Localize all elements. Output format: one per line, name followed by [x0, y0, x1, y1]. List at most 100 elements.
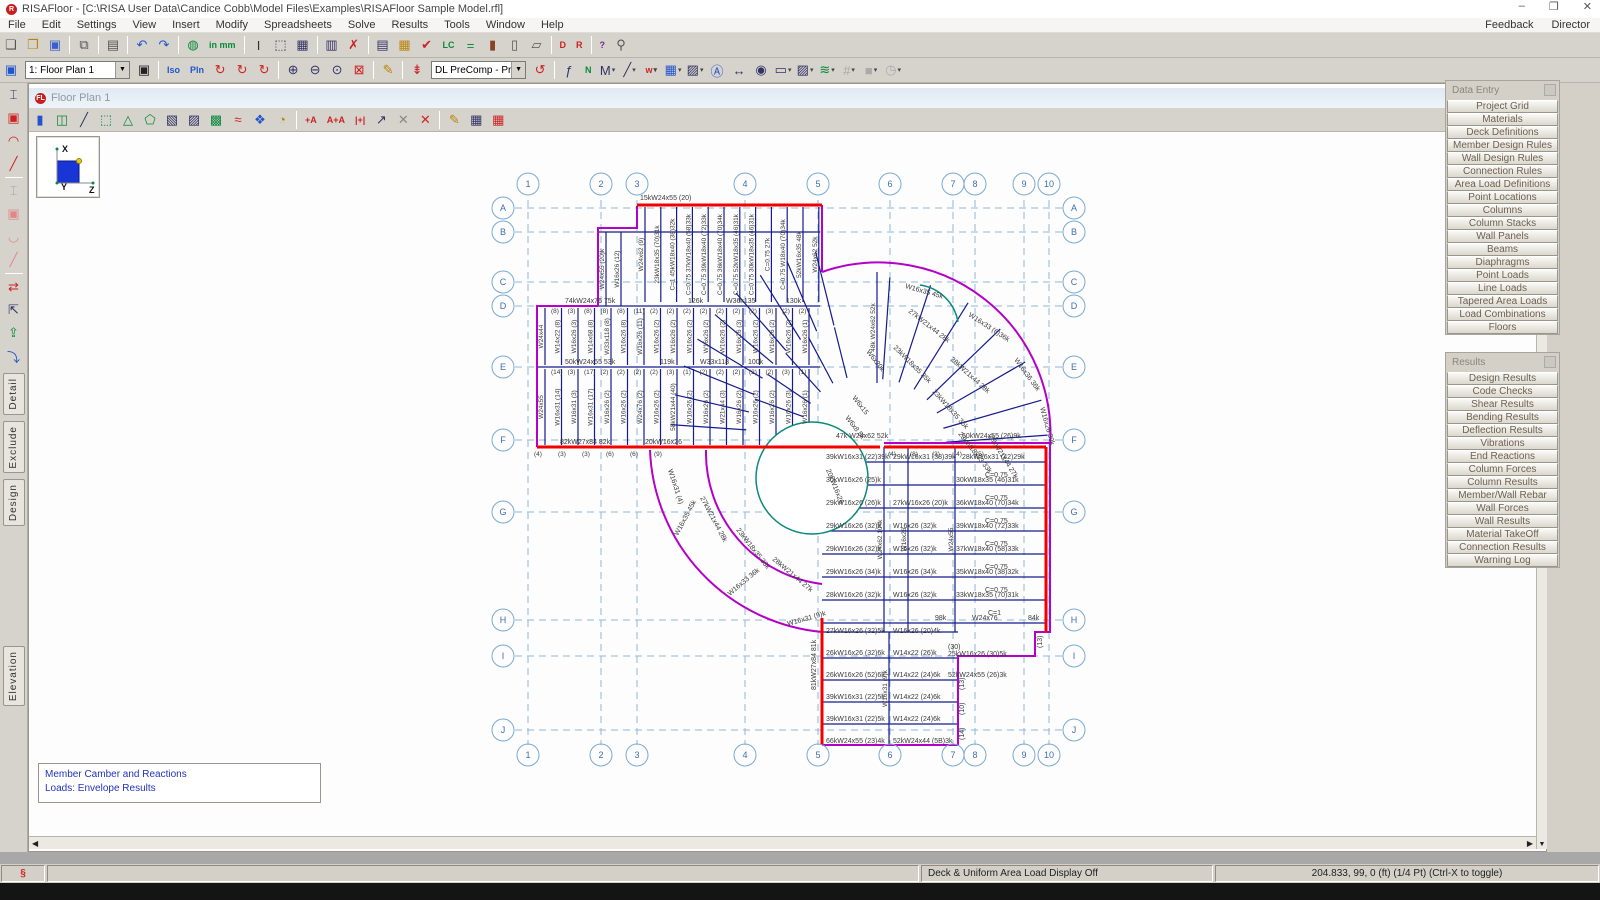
panel-button-column-results[interactable]: Column Results — [1447, 476, 1558, 489]
floor-plan-canvas[interactable]: W24x62 (9)23kW18x35 (70)31kC=1 45kW18x40… — [29, 132, 1536, 836]
units-in-mm-button[interactable]: in mm — [205, 35, 240, 55]
line-red-button[interactable]: ╱ — [3, 153, 25, 175]
w-display-caret-icon[interactable]: ▾ — [654, 66, 658, 74]
zoom-extents-button[interactable]: ⊠ — [349, 60, 369, 80]
panel-button-floors[interactable]: Floors — [1447, 321, 1558, 334]
deck-grid-button[interactable]: ▦ — [293, 35, 313, 55]
scroll-right-icon[interactable]: ▶ — [1524, 838, 1536, 849]
panel-button-connection-rules[interactable]: Connection Rules — [1447, 165, 1558, 178]
scroll-down-icon[interactable]: ▼ — [1536, 840, 1549, 849]
moment-m-button[interactable]: M▾ — [598, 60, 618, 80]
area-load-button[interactable]: ≈ — [228, 110, 248, 130]
menu-file[interactable]: File — [0, 19, 34, 31]
load-combo[interactable]: DL PreComp - Pr ▼ — [431, 61, 526, 79]
swap-tool-button[interactable]: ⇄ — [3, 276, 25, 298]
open-file-button[interactable]: ❐ — [23, 35, 43, 55]
panel-button-wall-design-rules[interactable]: Wall Design Rules — [1447, 152, 1558, 165]
spreadsheet-button[interactable]: ▥ — [322, 35, 342, 55]
axes-n-button[interactable]: N — [581, 60, 596, 80]
render-chart-button[interactable]: ▦▾ — [663, 60, 683, 80]
clipboard-button[interactable]: ▯ — [505, 35, 525, 55]
panel-button-beams[interactable]: Beams — [1447, 243, 1558, 256]
menu-edit[interactable]: Edit — [34, 19, 69, 31]
panel-button-deck-definitions[interactable]: Deck Definitions — [1447, 126, 1558, 139]
delete-all-button[interactable]: ✕ — [415, 110, 435, 130]
panel-button-column-forces[interactable]: Column Forces — [1447, 463, 1558, 476]
panel-button-column-stacks[interactable]: Column Stacks — [1447, 217, 1558, 230]
line-style-caret-icon[interactable]: ▾ — [632, 66, 636, 74]
help-book-button[interactable]: ? — [596, 35, 610, 55]
protractor-button[interactable]: ◔ — [272, 110, 292, 130]
menu-director[interactable]: Director — [1551, 19, 1590, 31]
zoom-out-button[interactable]: ⊖ — [305, 60, 325, 80]
window-select-icon[interactable]: ▣ — [1, 60, 21, 80]
menu-window[interactable]: Window — [478, 19, 533, 31]
panel-button-vibrations[interactable]: Vibrations — [1447, 437, 1558, 450]
side-button-design[interactable]: Design — [3, 479, 25, 526]
rotate-y-button[interactable]: ↻ — [232, 60, 252, 80]
zoom-window-button[interactable]: ⊙ — [327, 60, 347, 80]
panel-button-member-wall-rebar[interactable]: Member/Wall Rebar — [1447, 489, 1558, 502]
deck-two-way-button[interactable]: ▨ — [184, 110, 204, 130]
table-yellow-button[interactable]: ▦ — [395, 35, 415, 55]
deck-area-button[interactable]: ▩ — [206, 110, 226, 130]
report-view-button[interactable]: ▤ — [373, 35, 393, 55]
new-file-button[interactable]: ❏ — [1, 35, 21, 55]
mask-button[interactable]: ▨▾ — [795, 60, 815, 80]
beam-line[interactable] — [834, 327, 847, 377]
panel-button-material-takeoff[interactable]: Material TakeOff — [1447, 528, 1558, 541]
panel-button-wall-forces[interactable]: Wall Forces — [1447, 502, 1558, 515]
arc-pink-button[interactable]: ◡ — [3, 226, 25, 248]
hatch-display-button[interactable]: ▨▾ — [685, 60, 705, 80]
results-pin-icon[interactable] — [1544, 356, 1556, 368]
delete-spreadsheet-button[interactable]: ✗ — [344, 35, 364, 55]
ruler-caret-icon[interactable]: ▾ — [788, 66, 792, 74]
beam-box-pink-button[interactable]: ▣ — [3, 203, 25, 225]
equals-button[interactable]: = — [461, 35, 481, 55]
annotate-a-button[interactable]: Ⓐ — [707, 60, 727, 80]
data-entry-pin-icon[interactable] — [1544, 84, 1556, 96]
move-tool-button[interactable]: ⇱ — [3, 299, 25, 321]
spotlight-button[interactable]: ◉ — [751, 60, 771, 80]
deflection-f-button[interactable]: ƒ — [559, 60, 579, 80]
solid-view-caret-icon[interactable]: ▾ — [874, 66, 878, 74]
rotate-z-button[interactable]: ↻ — [254, 60, 274, 80]
panel-button-wall-results[interactable]: Wall Results — [1447, 515, 1558, 528]
apply-load-button[interactable]: ↺ — [530, 60, 550, 80]
panel-button-deflection-results[interactable]: Deflection Results — [1447, 424, 1558, 437]
grid-table-button[interactable]: ▦ — [466, 110, 486, 130]
side-button-elevation[interactable]: Elevation — [3, 646, 25, 706]
line-pink-button[interactable]: ╱ — [3, 249, 25, 271]
draw-rectangle-button[interactable]: ⬚ — [96, 110, 116, 130]
panel-button-bending-results[interactable]: Bending Results — [1447, 411, 1558, 424]
child-window-titlebar[interactable]: FL Floor Plan 1 — [29, 88, 1537, 108]
menu-results[interactable]: Results — [383, 19, 436, 31]
trim-member-button[interactable]: |+| — [351, 110, 369, 130]
panel-button-area-load-definitions[interactable]: Area Load Definitions — [1447, 178, 1558, 191]
exit-door-button[interactable]: ▮ — [483, 35, 503, 55]
shape-database-button[interactable]: Ι — [249, 35, 269, 55]
column-tool-button[interactable]: ⌶ — [3, 84, 25, 106]
dimension-button[interactable]: ↔ — [729, 60, 749, 80]
panel-button-connection-results[interactable]: Connection Results — [1447, 541, 1558, 554]
menu-spreadsheets[interactable]: Spreadsheets — [256, 19, 340, 31]
hatch-display-caret-icon[interactable]: ▾ — [700, 66, 704, 74]
panel-button-shear-results[interactable]: Shear Results — [1447, 398, 1558, 411]
beam-line[interactable] — [883, 277, 890, 379]
snapshot-button[interactable]: ▣ — [134, 60, 154, 80]
panel-button-tapered-area-loads[interactable]: Tapered Area Loads — [1447, 295, 1558, 308]
maximize-button[interactable]: ❐ — [1549, 0, 1559, 13]
mask-caret-icon[interactable]: ▾ — [810, 66, 814, 74]
point-load-button[interactable]: ❖ — [250, 110, 270, 130]
report-button[interactable]: ▱ — [527, 35, 547, 55]
extend-member-button[interactable]: +A — [301, 110, 321, 130]
draw-line-button[interactable]: ╱ — [74, 110, 94, 130]
scroll-left-icon[interactable]: ◀ — [29, 838, 41, 849]
panel-button-diaphragms[interactable]: Diaphragms — [1447, 256, 1558, 269]
save-file-button[interactable]: ▣ — [45, 35, 65, 55]
select-arrow-button[interactable]: ↗ — [371, 110, 391, 130]
split-member-button[interactable]: A+A — [323, 110, 349, 130]
draw-beam-button[interactable]: ◫ — [52, 110, 72, 130]
deck-one-way-button[interactable]: ▧ — [162, 110, 182, 130]
copy-button[interactable]: ⧉ — [74, 35, 94, 55]
